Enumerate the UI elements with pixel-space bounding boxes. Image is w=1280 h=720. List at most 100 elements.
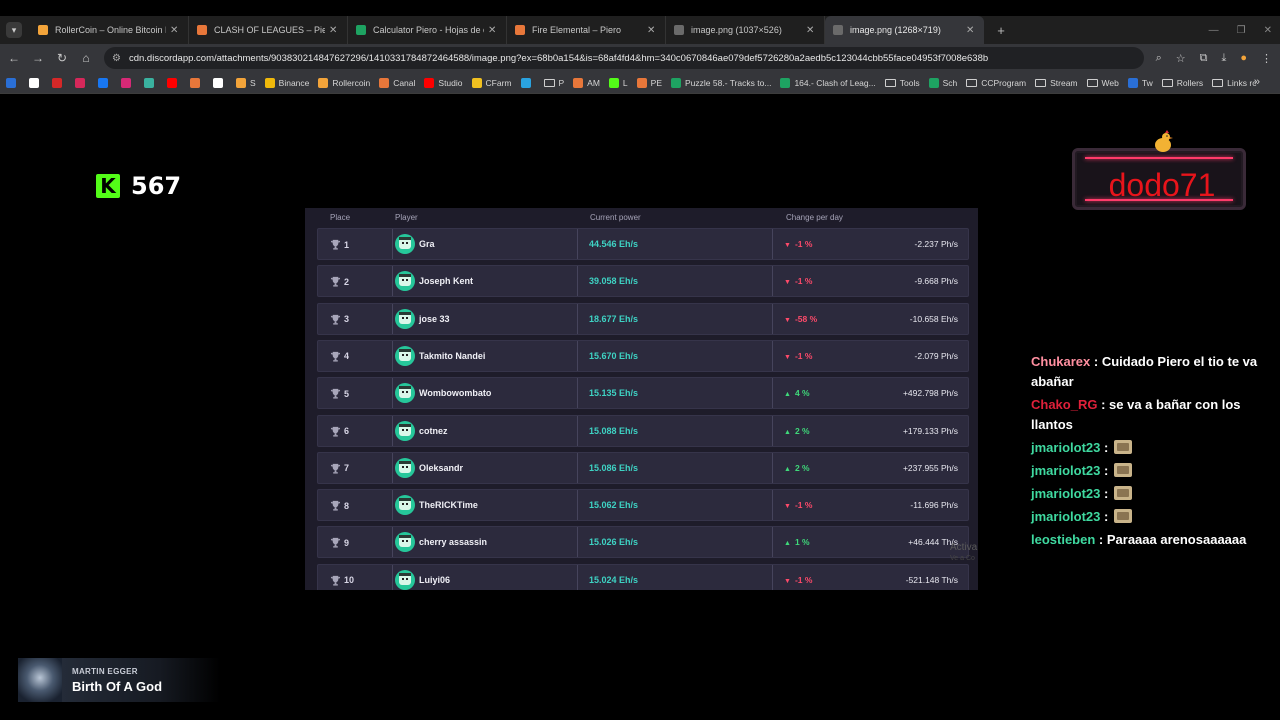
back-icon[interactable]: ← [2, 51, 26, 65]
bookmark-item[interactable]: Puzzle 58.- Tracks to... [671, 77, 771, 88]
more-bookmarks-icon[interactable]: » [1254, 76, 1260, 88]
profile-icon[interactable]: ● [1240, 52, 1247, 64]
bookmark-item[interactable]: AM [573, 77, 600, 88]
chat-message: Chako_RG : se va a bañar con los llantos [1031, 395, 1271, 435]
bookmark-star-icon[interactable]: ☆ [1176, 52, 1186, 65]
bookmark-favicon-icon [52, 77, 62, 88]
tab-close-icon[interactable]: ✕ [966, 25, 976, 36]
player-name[interactable]: cherry assassin [419, 537, 487, 547]
trophy-icon [330, 538, 341, 548]
browser-tab[interactable]: image.png (1037×526) ✕ [666, 16, 825, 44]
browser-tab[interactable]: Fire Elemental – Piero ✕ [507, 16, 666, 44]
change-percent: ▼ -1 % [784, 575, 812, 585]
bookmark-folder[interactable]: Rollers [1161, 78, 1203, 88]
folder-icon [884, 78, 896, 87]
minimize-icon[interactable]: — [1209, 25, 1219, 36]
bookmark-item[interactable]: 164.- Clash of Leag... [780, 77, 876, 88]
player-name[interactable]: Takmito Nandei [419, 351, 485, 361]
browser-tab[interactable]: image.png (1268×719) ✕ [825, 16, 984, 44]
place-number: 6 [344, 426, 350, 436]
bookmark-item[interactable] [144, 77, 158, 88]
bookmark-folder[interactable]: Web [1086, 78, 1119, 88]
close-window-icon[interactable]: ✕ [1264, 25, 1272, 36]
bookmark-item[interactable]: S [236, 77, 256, 88]
folder-icon [543, 78, 555, 87]
chat-username[interactable]: jmariolot23 [1031, 486, 1100, 501]
trophy-icon [330, 426, 341, 437]
player-power: 15.135 Eh/s [589, 388, 639, 399]
tab-close-icon[interactable]: ✕ [806, 25, 816, 36]
bookmark-item[interactable] [75, 77, 89, 88]
bookmark-folder[interactable]: Stream [1035, 78, 1078, 88]
arrow-down-icon: ▼ [784, 503, 791, 511]
bookmark-item[interactable]: L [608, 77, 628, 88]
tab-close-icon[interactable]: ✕ [647, 25, 657, 36]
player-avatar [395, 569, 415, 590]
bookmark-item[interactable] [29, 77, 43, 88]
chat-username[interactable]: Chukarex [1031, 354, 1090, 369]
chat-username[interactable]: leostieben [1031, 532, 1095, 547]
browser-tab[interactable]: CLASH OF LEAGUES – Piero ✕ [189, 16, 348, 44]
bookmark-item[interactable] [52, 77, 66, 88]
row-place: 6 [330, 426, 349, 437]
chat-username[interactable]: jmariolot23 [1031, 440, 1100, 455]
bookmark-folder[interactable]: Links rc [1212, 78, 1256, 88]
player-avatar [395, 420, 415, 441]
browser-tab[interactable]: RollerCoin – Online Bitcoin Mi ✕ [30, 16, 189, 44]
now-playing-widget: MARTIN EGGER Birth Of A God [18, 658, 220, 702]
arrow-down-icon: ▼ [784, 316, 791, 324]
bookmark-folder[interactable]: P [543, 78, 564, 88]
folder-icon [966, 78, 978, 87]
bookmark-item[interactable]: Canal [379, 77, 415, 88]
chat-username[interactable]: jmariolot23 [1031, 509, 1100, 524]
chat-username[interactable]: jmariolot23 [1031, 463, 1100, 478]
tab-close-icon[interactable]: ✕ [170, 25, 180, 36]
bookmark-item[interactable]: Rollercoin [318, 77, 370, 88]
place-number: 8 [344, 500, 350, 511]
chat-username[interactable]: Chako_RG [1031, 397, 1097, 412]
bookmark-item[interactable] [167, 77, 181, 88]
site-info-icon[interactable]: ⚙ [112, 53, 121, 64]
bookmark-item[interactable]: PE [636, 77, 662, 88]
bookmark-item[interactable]: Binance [264, 77, 309, 88]
bookmark-item[interactable] [98, 77, 112, 88]
player-name[interactable]: Oleksandr [419, 463, 463, 473]
browser-tab[interactable]: Calculator Piero - Hojas de cálc ✕ [348, 16, 507, 44]
tab-search-button[interactable]: ▾ [6, 22, 22, 38]
player-name[interactable]: Luiyi06 [419, 575, 450, 585]
player-name[interactable]: Wombowombato [419, 388, 491, 398]
player-name[interactable]: Joseph Kent [419, 276, 473, 286]
reload-icon[interactable]: ↻ [50, 51, 74, 65]
player-name[interactable]: cotnez [419, 426, 448, 436]
tab-close-icon[interactable]: ✕ [488, 25, 498, 36]
bookmark-favicon-icon [520, 77, 531, 88]
player-name[interactable]: jose 33 [419, 314, 450, 324]
home-icon[interactable]: ⌂ [74, 51, 98, 65]
player-avatar [395, 308, 415, 329]
bookmark-item[interactable] [121, 77, 135, 88]
bookmark-item[interactable] [6, 77, 20, 88]
bookmark-item[interactable]: Studio [424, 77, 463, 88]
bookmark-item[interactable]: Tw [1127, 77, 1153, 88]
zoom-icon[interactable]: ⌕ [1156, 52, 1162, 65]
bookmark-item[interactable] [213, 77, 227, 88]
chat-text: Paraaaa arenosaaaaaa [1106, 532, 1247, 547]
player-name[interactable]: TheRICKTime [419, 500, 478, 510]
extensions-icon[interactable]: ⧉ [1200, 52, 1208, 65]
download-icon[interactable]: ⤓ [1221, 52, 1226, 65]
bookmark-item[interactable] [520, 77, 535, 88]
header-place: Place [330, 213, 351, 222]
player-name[interactable]: Gra [419, 239, 435, 249]
menu-icon[interactable]: ⋮ [1261, 52, 1272, 65]
bookmark-folder[interactable]: CCProgram [966, 78, 1026, 88]
tab-close-icon[interactable]: ✕ [329, 25, 339, 36]
bookmark-folder[interactable]: Tools [884, 78, 920, 88]
bookmark-item[interactable] [190, 77, 204, 88]
forward-icon[interactable]: → [26, 51, 50, 65]
address-bar[interactable]: ⚙ cdn.discordapp.com/attachments/9038302… [104, 47, 1144, 69]
bookmark-item[interactable]: CFarm [471, 77, 512, 88]
bookmark-label: Links rc [1227, 77, 1257, 88]
bookmark-item[interactable]: Sch [928, 77, 957, 88]
new-tab-button[interactable]: + [990, 23, 1012, 38]
maximize-icon[interactable]: ❐ [1237, 25, 1246, 36]
